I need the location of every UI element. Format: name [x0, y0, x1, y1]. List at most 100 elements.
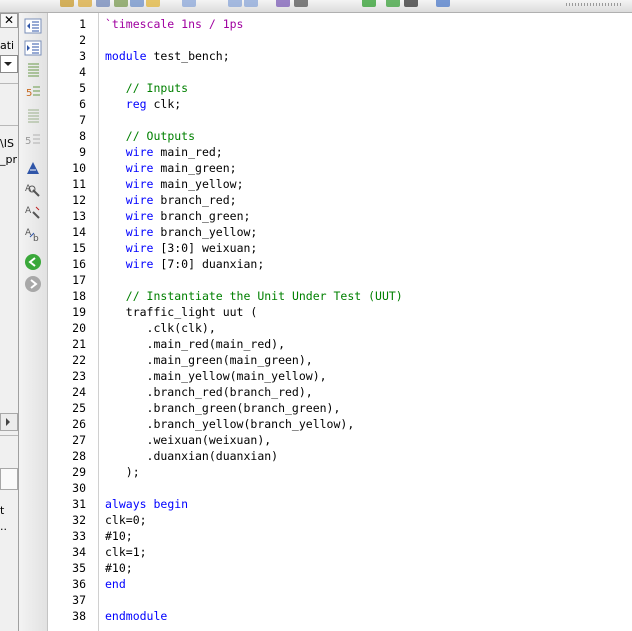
code-line[interactable]: #10; — [105, 560, 133, 576]
code-line[interactable]: clk=0; — [105, 512, 147, 528]
code-token: clk=0; — [105, 513, 147, 527]
line-number: 22 — [72, 353, 86, 367]
code-line[interactable]: endmodule — [105, 608, 167, 624]
code-line[interactable]: clk=1; — [105, 544, 147, 560]
code-line[interactable]: .branch_green(branch_green), — [105, 400, 341, 416]
svg-text:b: b — [33, 234, 39, 243]
code-line[interactable]: .duanxian(duanxian) — [105, 448, 279, 464]
box-icon[interactable] — [228, 0, 242, 7]
find-icon[interactable]: A — [24, 181, 42, 199]
line-number: 32 — [72, 513, 86, 527]
code-line[interactable]: traffic_light uut ( — [105, 304, 258, 320]
keyword-token: wire — [125, 193, 154, 207]
line-number: 19 — [72, 305, 86, 319]
comment-icon[interactable]: 5 — [24, 131, 42, 149]
line-number: 1 — [79, 17, 86, 31]
line-number: 9 — [79, 145, 86, 159]
code-line[interactable]: wire branch_green; — [105, 208, 251, 224]
run-icon[interactable] — [362, 0, 376, 7]
panel-item-fragment: .. — [0, 520, 7, 533]
highlight-icon[interactable] — [146, 0, 160, 7]
wave-icon[interactable] — [386, 0, 400, 7]
help-icon[interactable] — [436, 0, 450, 7]
code-line[interactable]: .clk(clk), — [105, 320, 216, 336]
horizontal-scrollbar[interactable] — [0, 413, 18, 431]
code-line[interactable]: wire [3:0] weixuan; — [105, 240, 258, 256]
code-token: .main_green(main_green), — [105, 353, 313, 367]
code-line[interactable]: .weixuan(weixuan), — [105, 432, 272, 448]
open-icon[interactable] — [78, 0, 92, 7]
line-number: 2 — [79, 33, 86, 47]
code-line[interactable]: .main_red(main_red), — [105, 336, 285, 352]
code-line[interactable]: wire [7:0] duanxian; — [105, 256, 264, 272]
editor-toolbar: 5 5 AA Ab — [19, 13, 48, 631]
code-line[interactable]: `timescale 1ns / 1ps — [105, 16, 243, 32]
panel-divider — [0, 83, 18, 84]
code-token: .branch_green(branch_green), — [105, 401, 341, 415]
code-line[interactable]: module test_bench; — [105, 48, 230, 64]
code-line[interactable]: // Outputs — [105, 128, 195, 144]
code-line[interactable]: always begin — [105, 496, 188, 512]
code-line[interactable]: #10; — [105, 528, 133, 544]
line-number: 20 — [72, 321, 86, 335]
close-icon[interactable]: ✕ — [0, 13, 18, 28]
code-line[interactable]: wire branch_yellow; — [105, 224, 258, 240]
go-forward-icon[interactable] — [24, 275, 42, 293]
code-token: .branch_yellow(branch_yellow), — [105, 417, 355, 431]
line-number: 27 — [72, 433, 86, 447]
line-number: 31 — [72, 497, 86, 511]
code-line[interactable]: .main_green(main_green), — [105, 352, 313, 368]
code-line[interactable]: reg clk; — [105, 96, 181, 112]
code-line[interactable]: wire branch_red; — [105, 192, 237, 208]
toolbar-grip[interactable] — [566, 3, 622, 6]
code-editor[interactable]: `timescale 1ns / 1ps module test_bench; /… — [99, 13, 632, 631]
code-line[interactable]: wire main_red; — [105, 144, 223, 160]
list-alt-icon[interactable] — [24, 107, 42, 125]
view-icon[interactable] — [130, 0, 144, 7]
code-line[interactable]: wire main_green; — [105, 160, 237, 176]
keyword-token: wire — [125, 161, 154, 175]
box-icon[interactable] — [244, 0, 258, 7]
tool-icon[interactable] — [276, 0, 290, 7]
code-line[interactable]: .main_yellow(main_yellow), — [105, 368, 327, 384]
code-line[interactable]: // Instantiate the Unit Under Test (UUT) — [105, 288, 403, 304]
box-icon[interactable] — [182, 0, 196, 7]
go-back-icon[interactable] — [24, 253, 42, 271]
code-token: #10; — [105, 529, 133, 543]
comment-token: // Inputs — [125, 81, 189, 95]
stop-icon[interactable] — [404, 0, 418, 7]
indent-right-icon[interactable] — [24, 39, 42, 57]
keyword-token: wire — [125, 225, 154, 239]
indent-left-icon[interactable] — [24, 17, 42, 35]
code-token: branch_red; — [153, 193, 237, 207]
panel-dropdown[interactable] — [0, 55, 18, 73]
code-line[interactable]: .branch_yellow(branch_yellow), — [105, 416, 355, 432]
code-line[interactable]: // Inputs — [105, 80, 188, 96]
code-token: main_yellow; — [153, 177, 244, 191]
code-token: #10; — [105, 561, 133, 575]
line-number: 36 — [72, 577, 86, 591]
panel-path-fragment: \IS — [0, 137, 14, 150]
comment-token: // Outputs — [125, 129, 196, 143]
line-number: 24 — [72, 385, 86, 399]
numbered-list-icon[interactable]: 5 — [24, 83, 42, 101]
save-icon[interactable] — [96, 0, 110, 7]
edit-icon[interactable] — [60, 0, 74, 7]
check-icon[interactable] — [114, 0, 128, 7]
code-line[interactable]: end — [105, 576, 126, 592]
code-line[interactable]: .branch_red(branch_red), — [105, 384, 313, 400]
wand-icon[interactable] — [294, 0, 308, 7]
code-line[interactable]: wire main_yellow; — [105, 176, 244, 192]
line-number: 21 — [72, 337, 86, 351]
find-next-icon[interactable]: A — [24, 203, 42, 221]
code-line[interactable]: ); — [105, 464, 140, 480]
replace-icon[interactable]: Ab — [24, 225, 42, 243]
line-number: 4 — [79, 65, 86, 79]
list-icon[interactable] — [24, 61, 42, 79]
insert-template-icon[interactable] — [24, 159, 42, 177]
